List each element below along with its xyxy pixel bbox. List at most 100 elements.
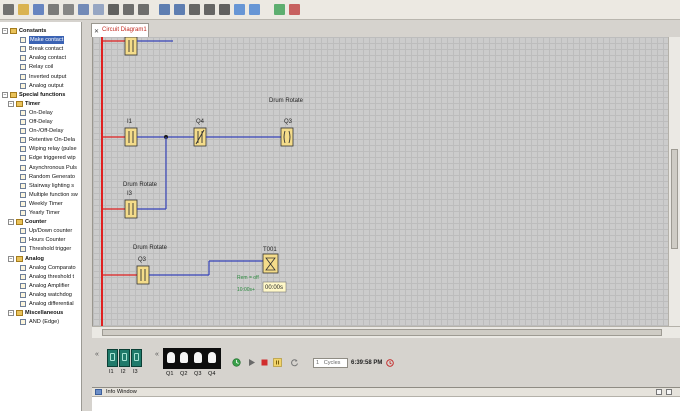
- switch-icon: [110, 353, 115, 361]
- block-icon: [20, 64, 26, 71]
- cut-icon[interactable]: [63, 4, 74, 15]
- timer-block-t001[interactable]: [262, 253, 279, 274]
- tree-item-weekly-timer[interactable]: Weekly Timer: [0, 200, 81, 208]
- expand-toggle-icon[interactable]: −: [2, 28, 8, 34]
- tree-item-on-off-delay[interactable]: On-/Off-Delay: [0, 127, 81, 135]
- zoom-in-icon[interactable]: [234, 4, 245, 15]
- tree-item-analog-output[interactable]: Analog output: [0, 82, 81, 90]
- delete-icon[interactable]: [108, 4, 119, 15]
- tree-item-on-delay[interactable]: On-Delay: [0, 109, 81, 117]
- expand-toggle-icon[interactable]: −: [8, 255, 14, 262]
- clock-alert-icon[interactable]: [386, 359, 394, 367]
- distribute-icon[interactable]: [174, 4, 185, 15]
- contact-i1[interactable]: [124, 127, 138, 147]
- play-icon[interactable]: [247, 358, 256, 367]
- outputs-collapse-icon[interactable]: «: [155, 351, 159, 358]
- block-icon: [20, 200, 26, 207]
- expand-toggle-icon[interactable]: −: [8, 219, 14, 226]
- pause-icon[interactable]: [273, 358, 282, 367]
- window-close-icon[interactable]: [666, 389, 672, 395]
- tree-item-yearly-timer[interactable]: Yearly Timer: [0, 209, 81, 217]
- rung1-contact[interactable]: [124, 37, 138, 56]
- tree-item-relay-coil[interactable]: Relay coil: [0, 63, 81, 71]
- tree-label: Retentive On-Dela: [29, 137, 76, 144]
- tree-item-edge-triggered-wip[interactable]: Edge triggered wip: [0, 154, 81, 162]
- expand-toggle-icon[interactable]: −: [8, 310, 14, 317]
- input-switch-i3[interactable]: [131, 349, 142, 367]
- tree-item-asynchronous-puls[interactable]: Asynchronous Puls: [0, 164, 81, 172]
- contact-q4-break[interactable]: [193, 127, 207, 147]
- timer-current-value: 00:00s: [265, 285, 283, 291]
- vertical-scroll-thumb[interactable]: [671, 149, 678, 249]
- zoom-out-icon[interactable]: [249, 4, 260, 15]
- undo-icon[interactable]: [123, 4, 134, 15]
- window-restore-icon[interactable]: [656, 389, 662, 395]
- tree-item-wiping-relay-pulse[interactable]: Wiping relay (pulse: [0, 145, 81, 153]
- time-control-icon[interactable]: [232, 358, 241, 367]
- tree-item-inverted-output[interactable]: Inverted output: [0, 73, 81, 81]
- connector-icon[interactable]: [189, 4, 200, 15]
- open-icon[interactable]: [18, 4, 29, 15]
- tree-item-analog-comparato[interactable]: Analog Comparato: [0, 264, 81, 272]
- redo-icon[interactable]: [138, 4, 149, 15]
- tree-category-special-functions[interactable]: − Special functions: [0, 91, 81, 99]
- tree-label: Break contact: [29, 46, 64, 53]
- input-switch-i1[interactable]: [107, 349, 118, 367]
- align-icon[interactable]: [159, 4, 170, 15]
- coil-q3[interactable]: [280, 127, 294, 147]
- tree-category-timer[interactable]: − Timer: [0, 100, 81, 108]
- block-icon: [20, 319, 26, 326]
- tree-item-make-contact[interactable]: Make contact: [0, 36, 81, 45]
- simulate-icon[interactable]: [274, 4, 285, 15]
- canvas-horizontal-scrollbar[interactable]: [92, 326, 680, 338]
- tree-category-miscellaneous[interactable]: − Miscellaneous: [0, 309, 81, 317]
- help-icon[interactable]: [289, 4, 300, 15]
- block-icon: [20, 228, 26, 235]
- lamp-q1-icon: [167, 352, 175, 363]
- inputs-collapse-icon[interactable]: «: [95, 351, 99, 358]
- expand-toggle-icon[interactable]: −: [8, 100, 14, 107]
- tree-item-analog-contact[interactable]: Analog contact: [0, 54, 81, 62]
- input-switch-i2[interactable]: [119, 349, 130, 367]
- tree-item-analog-watchdog[interactable]: Analog watchdog: [0, 291, 81, 299]
- lamp-q4-icon: [208, 352, 216, 363]
- main-toolbar: [0, 0, 680, 20]
- print-icon[interactable]: [48, 4, 59, 15]
- paste-icon[interactable]: [93, 4, 104, 15]
- stop-icon[interactable]: [260, 358, 269, 367]
- split-icon[interactable]: [204, 4, 215, 15]
- contact-q3[interactable]: [136, 265, 150, 285]
- horizontal-scroll-thumb[interactable]: [102, 329, 662, 336]
- tree-item-random-generato[interactable]: Random Generato: [0, 173, 81, 181]
- tree-item-stairway-lighting-s[interactable]: Stairway lighting s: [0, 182, 81, 190]
- select-icon[interactable]: [219, 4, 230, 15]
- save-icon[interactable]: [33, 4, 44, 15]
- tree-item-up-down-counter[interactable]: Up/Down counter: [0, 227, 81, 235]
- block-icon: [20, 291, 26, 298]
- tree-item-off-delay[interactable]: Off-Delay: [0, 118, 81, 126]
- tree-category-constants[interactable]: − Constants: [0, 27, 81, 35]
- copy-icon[interactable]: [78, 4, 89, 15]
- tree-category-counter[interactable]: − Counter: [0, 218, 81, 226]
- expand-toggle-icon[interactable]: −: [2, 91, 8, 98]
- tree-item-hours-counter[interactable]: Hours Counter: [0, 236, 81, 244]
- contact-i3[interactable]: [124, 199, 138, 219]
- tree-category-analog[interactable]: − Analog: [0, 255, 81, 263]
- new-icon[interactable]: [3, 4, 14, 15]
- tree-item-and-edge[interactable]: AND (Edge): [0, 318, 81, 326]
- tree-item-break-contact[interactable]: Break contact: [0, 45, 81, 53]
- tree-item-multiple-function-sw[interactable]: Multiple function sw: [0, 191, 81, 199]
- cycles-field[interactable]: 1 Cycles: [313, 358, 348, 368]
- tree-item-analog-amplifier[interactable]: Analog Amplifier: [0, 282, 81, 290]
- tree-item-analog-differential[interactable]: Analog differential: [0, 300, 81, 308]
- reset-cycles-icon[interactable]: [290, 358, 299, 367]
- canvas-vertical-scrollbar[interactable]: [668, 37, 680, 326]
- block-icon: [20, 109, 26, 116]
- input-label-i1: I1: [109, 369, 114, 375]
- input-label-i2: I2: [121, 369, 126, 375]
- tab-circuit-diagram[interactable]: ✕ Circuit Diagram1: [91, 23, 149, 37]
- circuit-canvas[interactable]: Drum Rotate I1 Q4 Q3 Drum Rotate I3 Drum…: [92, 37, 668, 326]
- tree-item-threshold-trigger[interactable]: Threshold trigger: [0, 245, 81, 253]
- tree-item-retentive-on-dela[interactable]: Retentive On-Dela: [0, 136, 81, 144]
- tree-item-analog-threshold-t[interactable]: Analog threshold t: [0, 273, 81, 281]
